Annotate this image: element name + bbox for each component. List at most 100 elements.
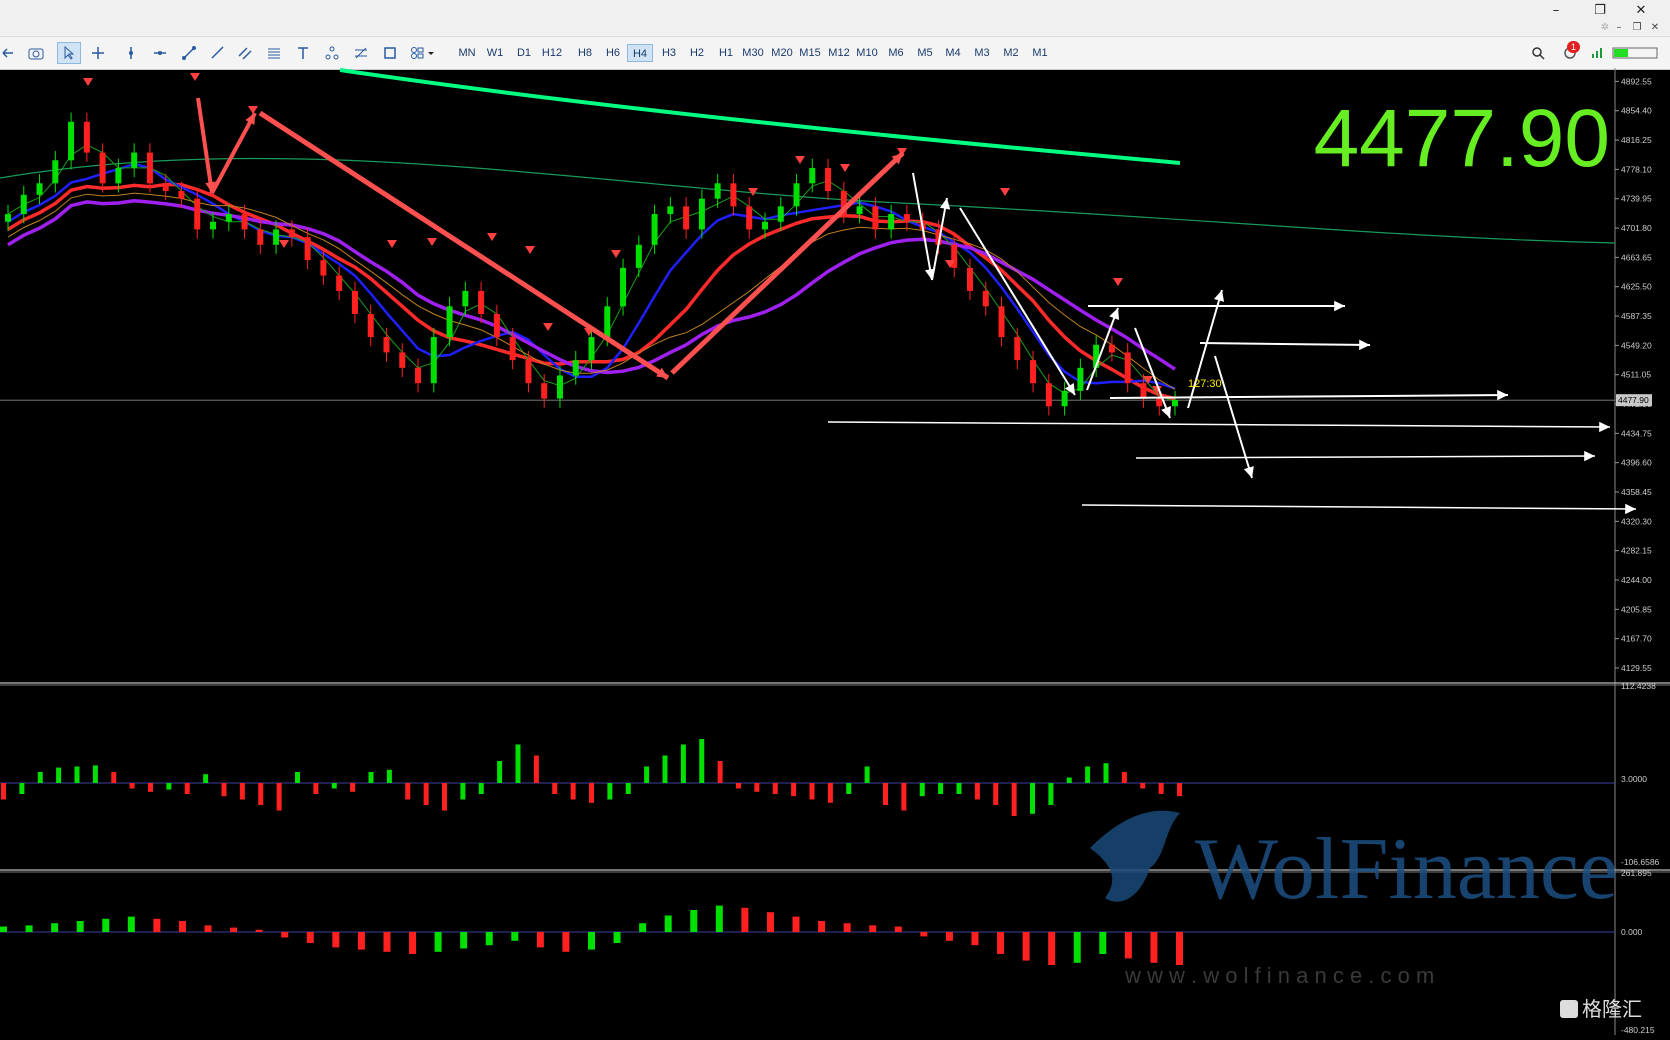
chart-minimize-button[interactable]: –	[1612, 22, 1626, 34]
macd-bar	[313, 783, 319, 794]
osc-bar	[1124, 932, 1132, 959]
rectangle-icon[interactable]	[378, 42, 402, 64]
close-button[interactable]: ✕	[1628, 2, 1654, 20]
connection-status-icon[interactable]	[1610, 42, 1660, 64]
osc-bar	[25, 925, 33, 932]
macd-bar	[1158, 783, 1164, 794]
osc-bar	[741, 907, 749, 932]
osc-bar	[818, 921, 826, 932]
wolf-logo-icon	[1090, 810, 1180, 902]
indicator2-scale-label: 0.000	[1621, 927, 1643, 937]
signal-icon[interactable]	[1587, 42, 1607, 64]
fibonacci-icon[interactable]	[262, 42, 286, 64]
chart-close-button[interactable]: ✕	[1648, 22, 1662, 34]
timeframe-h6[interactable]: H6	[600, 44, 626, 62]
osc-bar	[766, 912, 774, 932]
search-icon[interactable]	[1526, 42, 1550, 64]
macd-bar	[111, 772, 117, 783]
timeframe-m12[interactable]: M12	[826, 44, 852, 62]
candle-body	[415, 367, 422, 384]
crosshair-icon[interactable]	[86, 42, 110, 64]
chart-canvas[interactable]: 4892.55 4854.40 4816.25 4778.10 4739.95 4701.…	[0, 68, 1670, 1035]
timeframe-h4[interactable]: H4	[627, 44, 653, 62]
osc-bar	[204, 925, 212, 932]
price-tick-label: 4511.05	[1621, 370, 1651, 380]
target-line-head	[1625, 503, 1636, 515]
price-tick-label: 4778.10	[1621, 164, 1652, 174]
timeframe-m6[interactable]: M6	[883, 44, 909, 62]
candle-body	[336, 275, 343, 291]
candle-body	[194, 198, 201, 230]
text-icon[interactable]	[291, 42, 315, 64]
timeframe-h1[interactable]: H1	[713, 44, 739, 62]
shapes-icon[interactable]	[320, 42, 344, 64]
candle-body	[5, 214, 11, 222]
osc-bar	[869, 925, 877, 932]
macd-bar	[37, 772, 43, 783]
candle-body	[1077, 367, 1084, 391]
timeframe-h3[interactable]: H3	[656, 44, 682, 62]
target-line	[1199, 342, 1371, 346]
macd-bar	[56, 767, 62, 783]
pivot-marker	[190, 73, 200, 81]
macd-bar	[515, 744, 521, 783]
osc-bar	[690, 910, 698, 932]
osc-bar	[0, 926, 7, 932]
screenshot-icon[interactable]	[24, 42, 48, 64]
timeframe-h12[interactable]: H12	[539, 44, 565, 62]
pin-icon[interactable]: ✲	[1598, 22, 1612, 34]
timeframe-m30[interactable]: M30	[740, 44, 766, 62]
timeframe-m2[interactable]: M2	[998, 44, 1024, 62]
trendline-icon[interactable]	[177, 42, 201, 64]
minimize-button[interactable]: –	[1543, 2, 1569, 20]
red-arrow	[210, 112, 257, 194]
chart-restore-button[interactable]: ❐	[1630, 22, 1644, 34]
vertical-line-icon[interactable]	[119, 42, 143, 64]
horizontal-line-icon[interactable]	[148, 42, 172, 64]
target-line-head	[1584, 450, 1595, 462]
macd-bar	[1011, 783, 1017, 816]
timeframe-m4[interactable]: M4	[940, 44, 966, 62]
ray-icon[interactable]	[205, 42, 229, 64]
macd-bar	[184, 783, 190, 794]
chart-area[interactable]: 4892.55 4854.40 4816.25 4778.10 4739.95 4701.…	[0, 68, 1670, 1035]
candle-body	[1030, 360, 1037, 384]
timeframe-m3[interactable]: M3	[969, 44, 995, 62]
timeframe-h8[interactable]: H8	[572, 44, 598, 62]
notifications-icon[interactable]: 1	[1555, 41, 1585, 64]
macd-bar	[772, 783, 778, 794]
timeframe-w1[interactable]: W1	[482, 44, 508, 62]
macd-bar	[1121, 772, 1127, 783]
candle-body	[225, 214, 232, 222]
macd-bar	[662, 755, 668, 783]
timeframe-m15[interactable]: M15	[797, 44, 823, 62]
timeframe-m1[interactable]: M1	[1027, 44, 1053, 62]
macd-bar	[221, 783, 227, 797]
restore-button[interactable]: ❐	[1587, 2, 1613, 20]
timeframe-mn[interactable]: MN	[454, 44, 480, 62]
candle-body	[588, 337, 595, 361]
osc-bar	[1048, 932, 1056, 965]
title-bar: – ❐ ✕ ✲ – ❐ ✕	[0, 0, 1670, 36]
osc-bar	[1099, 932, 1107, 954]
pivot-marker	[525, 246, 535, 254]
osc-bar	[843, 923, 851, 932]
back-icon[interactable]	[0, 42, 20, 64]
gann-icon[interactable]	[349, 42, 373, 64]
candle-body	[257, 229, 264, 245]
channel-icon[interactable]	[233, 42, 257, 64]
timeframe-h2[interactable]: H2	[684, 44, 710, 62]
objects-dropdown-icon[interactable]	[407, 42, 439, 64]
timeframe-m10[interactable]: M10	[854, 44, 880, 62]
price-tick-label: 4816.25	[1621, 135, 1652, 145]
cursor-icon[interactable]	[57, 42, 81, 64]
macd-bar	[166, 783, 172, 790]
timeframe-m5[interactable]: M5	[912, 44, 938, 62]
candle-body	[903, 214, 910, 222]
price-tick-label: 4434.75	[1621, 428, 1652, 438]
timeframe-d1[interactable]: D1	[511, 44, 537, 62]
osc-bar	[460, 932, 468, 949]
macd-bar	[864, 766, 870, 783]
timeframe-m20[interactable]: M20	[769, 44, 795, 62]
macd-bar	[239, 783, 245, 800]
